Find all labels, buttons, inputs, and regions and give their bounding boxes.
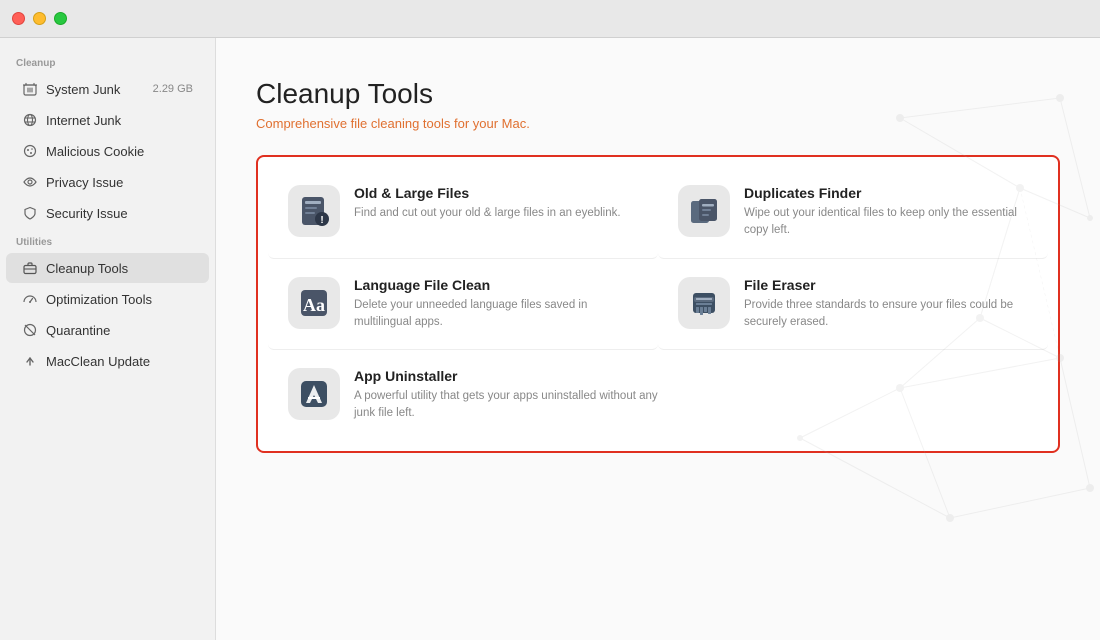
sidebar-item-macclean-update[interactable]: MacClean Update (6, 346, 209, 376)
tool-name-duplicates-finder: Duplicates Finder (744, 185, 1028, 201)
tool-item-duplicates-finder[interactable]: Duplicates Finder Wipe out your identica… (658, 167, 1048, 259)
sidebar-item-privacy-issue[interactable]: Privacy Issue (6, 167, 209, 197)
tool-item-old-large-files[interactable]: ! Old & Large Files Find and cut out you… (268, 167, 658, 259)
sidebar-label-optimization-tools: Optimization Tools (46, 292, 193, 307)
sidebar-label-privacy-issue: Privacy Issue (46, 175, 193, 190)
old-files-icon: ! (296, 193, 332, 229)
tool-name-language-file-clean: Language File Clean (354, 277, 638, 293)
tool-grid-empty (678, 350, 1048, 441)
shield-icon (22, 205, 38, 221)
tool-desc-duplicates-finder: Wipe out your identical files to keep on… (744, 205, 1028, 240)
main-content: Cleanup Tools Comprehensive file cleanin… (216, 38, 1100, 640)
sidebar-item-quarantine[interactable]: Quarantine (6, 315, 209, 345)
sidebar-section-utilities: Utilities (0, 229, 215, 252)
tool-item-language-file-clean[interactable]: Aa Language File Clean Delete your unnee… (268, 259, 658, 351)
quarantine-icon (22, 322, 38, 338)
page-subtitle: Comprehensive file cleaning tools for yo… (256, 116, 1060, 131)
tool-info-app-uninstaller: App Uninstaller A powerful utility that … (354, 368, 658, 423)
sidebar-item-malicious-cookie[interactable]: Malicious Cookie (6, 136, 209, 166)
tools-grid-container: ! Old & Large Files Find and cut out you… (256, 155, 1060, 453)
tool-info-old-large-files: Old & Large Files Find and cut out your … (354, 185, 638, 222)
gauge-icon (22, 291, 38, 307)
maximize-button[interactable] (54, 12, 67, 25)
language-icon: Aa (296, 285, 332, 321)
minimize-button[interactable] (33, 12, 46, 25)
uninstaller-icon-wrap (288, 368, 340, 420)
duplicates-icon-wrap (678, 185, 730, 237)
sidebar-label-internet-junk: Internet Junk (46, 113, 193, 128)
sidebar: Cleanup System Junk 2.29 GB (0, 38, 216, 640)
page-title: Cleanup Tools (256, 78, 1060, 110)
tool-desc-old-large-files: Find and cut out your old & large files … (354, 205, 638, 222)
briefcase-icon (22, 260, 38, 276)
svg-text:Aa: Aa (303, 295, 325, 315)
duplicates-icon (686, 193, 722, 229)
close-button[interactable] (12, 12, 25, 25)
tool-desc-app-uninstaller: A powerful utility that gets your apps u… (354, 388, 658, 423)
sidebar-item-system-junk[interactable]: System Junk 2.29 GB (6, 74, 209, 104)
bottom-row: App Uninstaller A powerful utility that … (268, 350, 1048, 441)
arrow-up-icon (22, 353, 38, 369)
cookie-icon (22, 143, 38, 159)
sidebar-badge-system-junk: 2.29 GB (153, 83, 193, 95)
trash-icon (22, 81, 38, 97)
tool-info-file-eraser: File Eraser Provide three standards to e… (744, 277, 1028, 332)
sidebar-item-optimization-tools[interactable]: Optimization Tools (6, 284, 209, 314)
sidebar-item-security-issue[interactable]: Security Issue (6, 198, 209, 228)
tool-name-app-uninstaller: App Uninstaller (354, 368, 658, 384)
sidebar-label-quarantine: Quarantine (46, 323, 193, 338)
tool-name-file-eraser: File Eraser (744, 277, 1028, 293)
tool-info-language-file-clean: Language File Clean Delete your unneeded… (354, 277, 638, 332)
old-files-icon-wrap: ! (288, 185, 340, 237)
tool-item-app-uninstaller[interactable]: App Uninstaller A powerful utility that … (268, 350, 678, 441)
eraser-icon-wrap (678, 277, 730, 329)
sidebar-item-internet-junk[interactable]: Internet Junk (6, 105, 209, 135)
tool-desc-file-eraser: Provide three standards to ensure your f… (744, 297, 1028, 332)
language-icon-wrap: Aa (288, 277, 340, 329)
eye-icon (22, 174, 38, 190)
sidebar-label-system-junk: System Junk (46, 82, 145, 97)
sidebar-label-cleanup-tools: Cleanup Tools (46, 261, 193, 276)
tool-name-old-large-files: Old & Large Files (354, 185, 638, 201)
eraser-icon (686, 285, 722, 321)
tool-item-file-eraser[interactable]: File Eraser Provide three standards to e… (658, 259, 1048, 351)
title-bar (0, 0, 1100, 38)
uninstaller-icon (296, 376, 332, 412)
tool-desc-language-file-clean: Delete your unneeded language files save… (354, 297, 638, 332)
sidebar-section-cleanup: Cleanup (0, 50, 215, 73)
sidebar-label-malicious-cookie: Malicious Cookie (46, 144, 193, 159)
svg-text:!: ! (320, 215, 323, 226)
sidebar-label-macclean-update: MacClean Update (46, 354, 193, 369)
tools-grid: ! Old & Large Files Find and cut out you… (268, 167, 1048, 350)
app-container: Cleanup System Junk 2.29 GB (0, 38, 1100, 640)
sidebar-label-security-issue: Security Issue (46, 206, 193, 221)
sidebar-item-cleanup-tools[interactable]: Cleanup Tools (6, 253, 209, 283)
globe-icon (22, 112, 38, 128)
tool-info-duplicates-finder: Duplicates Finder Wipe out your identica… (744, 185, 1028, 240)
